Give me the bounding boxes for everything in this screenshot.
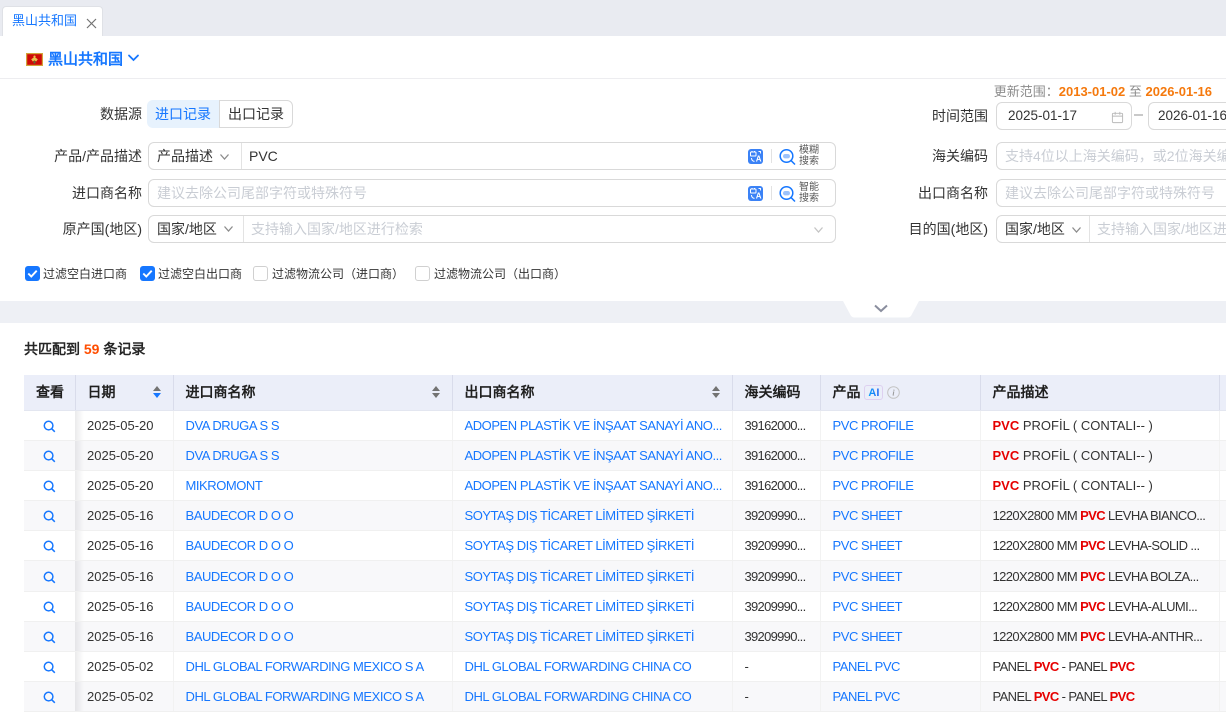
svg-text:A: A — [756, 155, 762, 164]
svg-text:i: i — [893, 389, 896, 398]
svg-text:A: A — [756, 192, 762, 201]
